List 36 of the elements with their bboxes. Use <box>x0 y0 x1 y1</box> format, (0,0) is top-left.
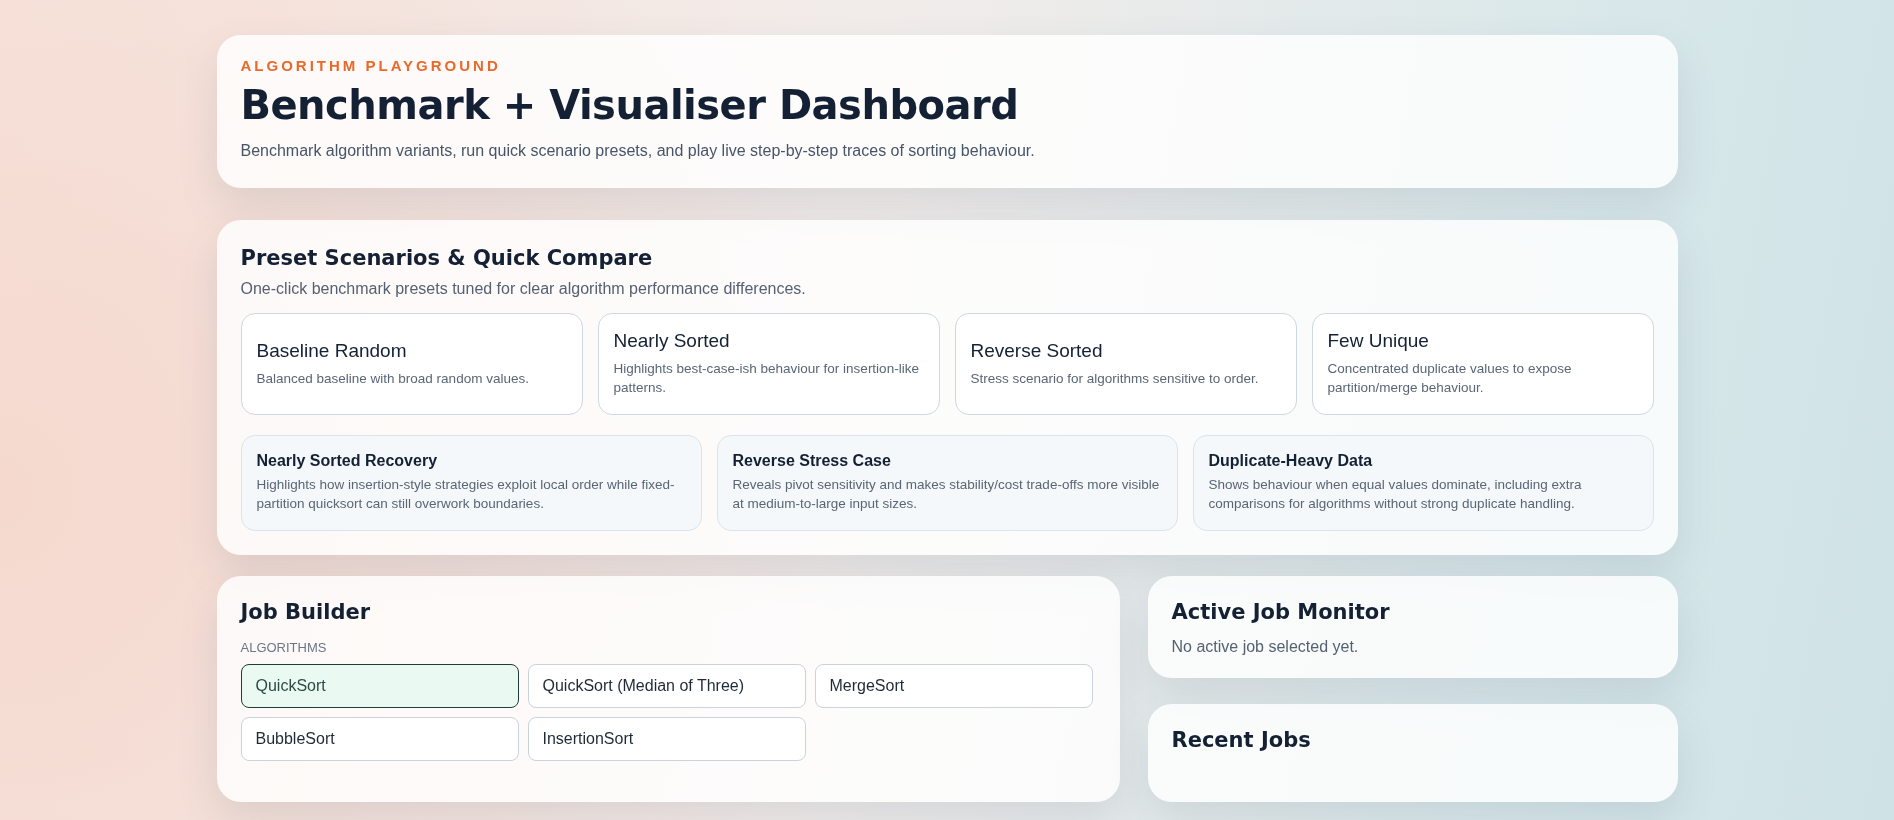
algorithms-label: ALGORITHMS <box>240 640 328 655</box>
algorithm-option[interactable]: InsertionSort <box>527 717 806 761</box>
preset-title: Nearly Sorted Recovery <box>256 452 439 471</box>
preset-title: Duplicate-Heavy Data <box>1208 452 1374 471</box>
page-description: Benchmark algorithm variants, run quick scenario presets, and play live step-by-step traces of sorting behaviour. <box>240 142 1036 160</box>
algorithm-option[interactable]: QuickSort (Median of Three) <box>527 664 806 708</box>
empty-message: No active job selected yet. <box>1171 638 1360 656</box>
preset-title: Nearly Sorted <box>613 330 731 353</box>
section-title: Preset Scenarios & Quick Compare <box>240 246 654 270</box>
preset-card[interactable]: Duplicate-Heavy Data Shows behaviour when equal values dominate, including extra comparisons for algorithms without strong duplicate handling. <box>1192 435 1654 531</box>
preset-description: Highlights best-case-ish behaviour for insertion-like patterns. <box>613 360 920 397</box>
eyebrow-label: ALGORITHM PLAYGROUND <box>240 57 502 74</box>
section-title: Recent Jobs <box>1171 728 1312 752</box>
preset-description: Shows behaviour when equal values dominate, including extra comparisons for algorithms without strong duplicate handling. <box>1208 476 1583 513</box>
preset-title: Few Unique <box>1327 330 1430 353</box>
page-title: Benchmark + Visualiser Dashboard <box>240 82 1020 128</box>
preset-card[interactable]: Nearly Sorted Recovery Highlights how insertion-style strategies exploit local order while fixed-partition quicksort can still overwork boundaries. <box>240 435 702 531</box>
algorithm-option[interactable]: MergeSort <box>814 664 1093 708</box>
preset-card[interactable]: Reverse Sorted Stress scenario for algorithms sensitive to order. <box>954 313 1297 415</box>
preset-title: Reverse Sorted <box>970 339 1104 362</box>
preset-title: Reverse Stress Case <box>732 452 892 471</box>
preset-card[interactable]: Few Unique Concentrated duplicate values to expose partition/merge behaviour. <box>1311 313 1654 415</box>
algorithm-option[interactable]: BubbleSort <box>240 717 519 761</box>
preset-title: Baseline Random <box>256 339 408 362</box>
preset-description: Stress scenario for algorithms sensitive to order. <box>970 369 1260 388</box>
section-title: Job Builder <box>240 600 372 624</box>
preset-description: Concentrated duplicate values to expose partition/merge behaviour. <box>1327 360 1573 397</box>
preset-description: Highlights how insertion-style strategies exploit local order while fixed-partition quicksort can still overwork boundaries. <box>256 476 676 513</box>
section-title: Active Job Monitor <box>1171 600 1391 624</box>
section-description: One-click benchmark presets tuned for clear algorithm performance differences. <box>240 280 807 298</box>
algorithm-option[interactable]: QuickSort <box>240 664 519 708</box>
preset-description: Reveals pivot sensitivity and makes stability/cost trade-offs more visible at medium-to-large input sizes. <box>732 476 1161 513</box>
preset-card[interactable]: Nearly Sorted Highlights best-case-ish behaviour for insertion-like patterns. <box>597 313 940 415</box>
preset-card[interactable]: Reverse Stress Case Reveals pivot sensitivity and makes stability/cost trade-offs more visible at medium-to-large input sizes. <box>716 435 1178 531</box>
preset-card[interactable]: Baseline Random Balanced baseline with broad random values. <box>240 313 583 415</box>
preset-description: Balanced baseline with broad random values. <box>256 369 530 388</box>
